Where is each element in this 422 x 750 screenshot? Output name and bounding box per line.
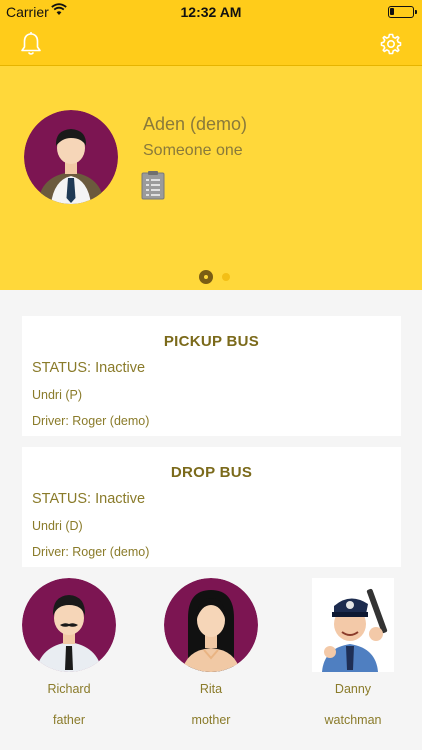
contact-role: watchman — [324, 713, 382, 727]
status-bar: Carrier 12:32 AM — [0, 0, 422, 24]
pickup-bus-status: STATUS: Inactive — [32, 360, 146, 376]
drop-bus-title: DROP BUS — [170, 464, 253, 481]
gear-icon[interactable] — [379, 32, 403, 56]
pickup-bus-route: Undri (P) — [32, 388, 83, 402]
contact-mother[interactable]: Rita mother — [164, 578, 258, 748]
pickup-bus-driver: Driver: Roger (demo) — [32, 414, 150, 428]
battery-fill — [390, 8, 394, 15]
clipboard-icon[interactable] — [141, 170, 165, 200]
profile-subtitle: Someone one — [143, 142, 243, 159]
clock: 12:32 AM — [180, 4, 242, 20]
drop-bus-card[interactable]: DROP BUS STATUS: Inactive Undri (D) Driv… — [22, 447, 401, 567]
contact-name: Rita — [199, 682, 223, 696]
pickup-bus-title: PICKUP BUS — [163, 333, 260, 350]
contact-role: mother — [191, 713, 231, 727]
mother-avatar-icon[interactable] — [164, 578, 258, 672]
father-avatar-icon[interactable] — [22, 578, 116, 672]
drop-bus-route: Undri (D) — [32, 519, 83, 533]
contact-watchman[interactable]: Danny watchman — [306, 578, 400, 748]
page-dot[interactable] — [222, 273, 230, 281]
battery-icon — [388, 6, 417, 18]
contact-father[interactable]: Richard father — [22, 578, 116, 748]
drop-bus-status: STATUS: Inactive — [32, 491, 146, 507]
bell-icon[interactable] — [19, 31, 43, 57]
pickup-bus-card[interactable]: PICKUP BUS STATUS: Inactive Undri (P) Dr… — [22, 316, 401, 436]
drop-bus-driver: Driver: Roger (demo) — [32, 545, 150, 559]
page-dot-active[interactable] — [199, 270, 213, 284]
profile-header: Aden (demo) Someone one — [0, 66, 422, 290]
contact-name: Richard — [47, 682, 91, 696]
profile-name: Aden (demo) — [143, 114, 248, 134]
watchman-avatar-icon[interactable] — [306, 578, 400, 672]
nav-bar — [0, 24, 422, 66]
contact-role: father — [53, 713, 85, 727]
student-avatar-icon[interactable] — [24, 110, 118, 204]
page-indicator[interactable] — [199, 270, 239, 284]
contact-name: Danny — [334, 682, 372, 696]
